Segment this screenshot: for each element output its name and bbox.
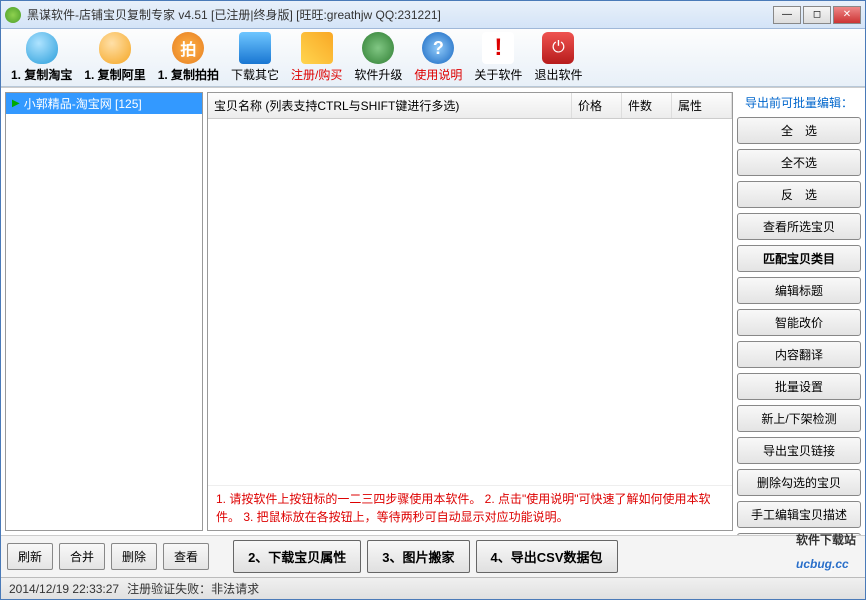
status-time: 2014/12/19 22:33:27 [9, 582, 119, 596]
status-msg: 注册验证失败：非法请求 [127, 580, 259, 597]
center-panel: 宝贝名称 (列表支持CTRL与SHIFT键进行多选) 价格 件数 属性 1. 请… [207, 92, 733, 531]
toolbar-label: 下载其它 [231, 66, 279, 83]
toolbar-item-4[interactable]: 注册/购买 [285, 30, 348, 85]
bottom-big-1[interactable]: 3、图片搬家 [367, 540, 469, 573]
toolbar-label: 1. 复制淘宝 [11, 66, 72, 83]
side-button-2[interactable]: 反 选 [737, 181, 861, 208]
side-panel: 导出前可批量编辑： 全 选全不选反 选查看所选宝贝匹配宝贝类目编辑标题智能改价内… [737, 92, 861, 531]
bottom-small-1[interactable]: 合并 [59, 543, 105, 570]
list-hint: 1. 请按软件上按钮标的一二三四步骤使用本软件。 2. 点击"使用说明"可快速了… [208, 485, 732, 530]
toolbar-item-7[interactable]: ! 关于软件 [468, 30, 528, 85]
list-header: 宝贝名称 (列表支持CTRL与SHIFT键进行多选) 价格 件数 属性 [208, 93, 732, 119]
side-title: 导出前可批量编辑： [737, 92, 861, 113]
toolbar-label: 退出软件 [534, 66, 582, 83]
side-button-7[interactable]: 内容翻译 [737, 341, 861, 368]
ico-help-icon: ? [422, 32, 454, 64]
toolbar-label: 1. 复制阿里 [84, 66, 145, 83]
ico-monitor-icon [239, 32, 271, 64]
toolbar-label: 1. 复制拍拍 [158, 66, 219, 83]
tree-arrow-icon: ▶ [12, 98, 20, 109]
close-button[interactable]: ✕ [833, 6, 861, 24]
col-qty[interactable]: 件数 [622, 93, 672, 118]
window-controls: — ◻ ✕ [773, 6, 861, 24]
side-button-6[interactable]: 智能改价 [737, 309, 861, 336]
col-attr[interactable]: 属性 [672, 93, 732, 118]
side-button-10[interactable]: 导出宝贝链接 [737, 437, 861, 464]
toolbar-label: 软件升级 [354, 66, 402, 83]
ico-globe-icon [362, 32, 394, 64]
toolbar-item-6[interactable]: ? 使用说明 [408, 30, 468, 85]
side-button-11[interactable]: 删除勾选的宝贝 [737, 469, 861, 496]
side-button-1[interactable]: 全不选 [737, 149, 861, 176]
tree-label: 小郭精品-淘宝网 [125] [24, 95, 142, 112]
ico-key-icon [301, 32, 333, 64]
item-list: 宝贝名称 (列表支持CTRL与SHIFT键进行多选) 价格 件数 属性 1. 请… [207, 92, 733, 531]
main-content: ▶ 小郭精品-淘宝网 [125] 宝贝名称 (列表支持CTRL与SHIFT键进行多… [1, 87, 865, 535]
col-price[interactable]: 价格 [572, 93, 622, 118]
toolbar-item-8[interactable]: ⏻ 退出软件 [528, 30, 588, 85]
toolbar: 1. 复制淘宝 1. 复制阿里 拍 1. 复制拍拍下载其它注册/购买软件升级? 使用说明… [1, 29, 865, 87]
list-body[interactable] [208, 119, 732, 485]
minimize-button[interactable]: — [773, 6, 801, 24]
ico-pai-icon: 拍 [172, 32, 204, 64]
ico-orange-head-icon [99, 32, 131, 64]
toolbar-label: 关于软件 [474, 66, 522, 83]
bottom-big-2[interactable]: 4、导出CSV数据包 [476, 540, 618, 573]
bottom-bar: 刷新合并删除查看 2、下载宝贝属性3、图片搬家4、导出CSV数据包 [1, 535, 865, 577]
ico-blue-head-icon [26, 32, 58, 64]
toolbar-label: 注册/购买 [291, 66, 342, 83]
app-icon [5, 7, 21, 23]
toolbar-item-5[interactable]: 软件升级 [348, 30, 408, 85]
side-button-9[interactable]: 新上/下架检测 [737, 405, 861, 432]
side-button-5[interactable]: 编辑标题 [737, 277, 861, 304]
side-button-4[interactable]: 匹配宝贝类目 [737, 245, 861, 272]
toolbar-item-2[interactable]: 拍 1. 复制拍拍 [152, 30, 225, 85]
toolbar-item-0[interactable]: 1. 复制淘宝 [5, 30, 78, 85]
app-window: 黑谋软件-店铺宝贝复制专家 v4.51 [已注册|终身版] [旺旺:greath… [0, 0, 866, 600]
tree-item-0[interactable]: ▶ 小郭精品-淘宝网 [125] [6, 93, 202, 114]
titlebar: 黑谋软件-店铺宝贝复制专家 v4.51 [已注册|终身版] [旺旺:greath… [1, 1, 865, 29]
window-title: 黑谋软件-店铺宝贝复制专家 v4.51 [已注册|终身版] [旺旺:greath… [27, 6, 773, 23]
col-name[interactable]: 宝贝名称 (列表支持CTRL与SHIFT键进行多选) [208, 93, 572, 118]
bottom-big-0[interactable]: 2、下载宝贝属性 [233, 540, 361, 573]
ico-excl-icon: ! [482, 32, 514, 64]
bottom-small-3[interactable]: 查看 [163, 543, 209, 570]
side-button-8[interactable]: 批量设置 [737, 373, 861, 400]
side-button-12[interactable]: 手工编辑宝贝描述 [737, 501, 861, 528]
side-button-3[interactable]: 查看所选宝贝 [737, 213, 861, 240]
toolbar-label: 使用说明 [414, 66, 462, 83]
toolbar-item-1[interactable]: 1. 复制阿里 [78, 30, 151, 85]
bottom-small-2[interactable]: 删除 [111, 543, 157, 570]
shop-tree[interactable]: ▶ 小郭精品-淘宝网 [125] [5, 92, 203, 531]
bottom-small-0[interactable]: 刷新 [7, 543, 53, 570]
statusbar: 2014/12/19 22:33:27 注册验证失败：非法请求 [1, 577, 865, 599]
ico-exit-icon: ⏻ [542, 32, 574, 64]
toolbar-item-3[interactable]: 下载其它 [225, 30, 285, 85]
side-button-0[interactable]: 全 选 [737, 117, 861, 144]
maximize-button[interactable]: ◻ [803, 6, 831, 24]
